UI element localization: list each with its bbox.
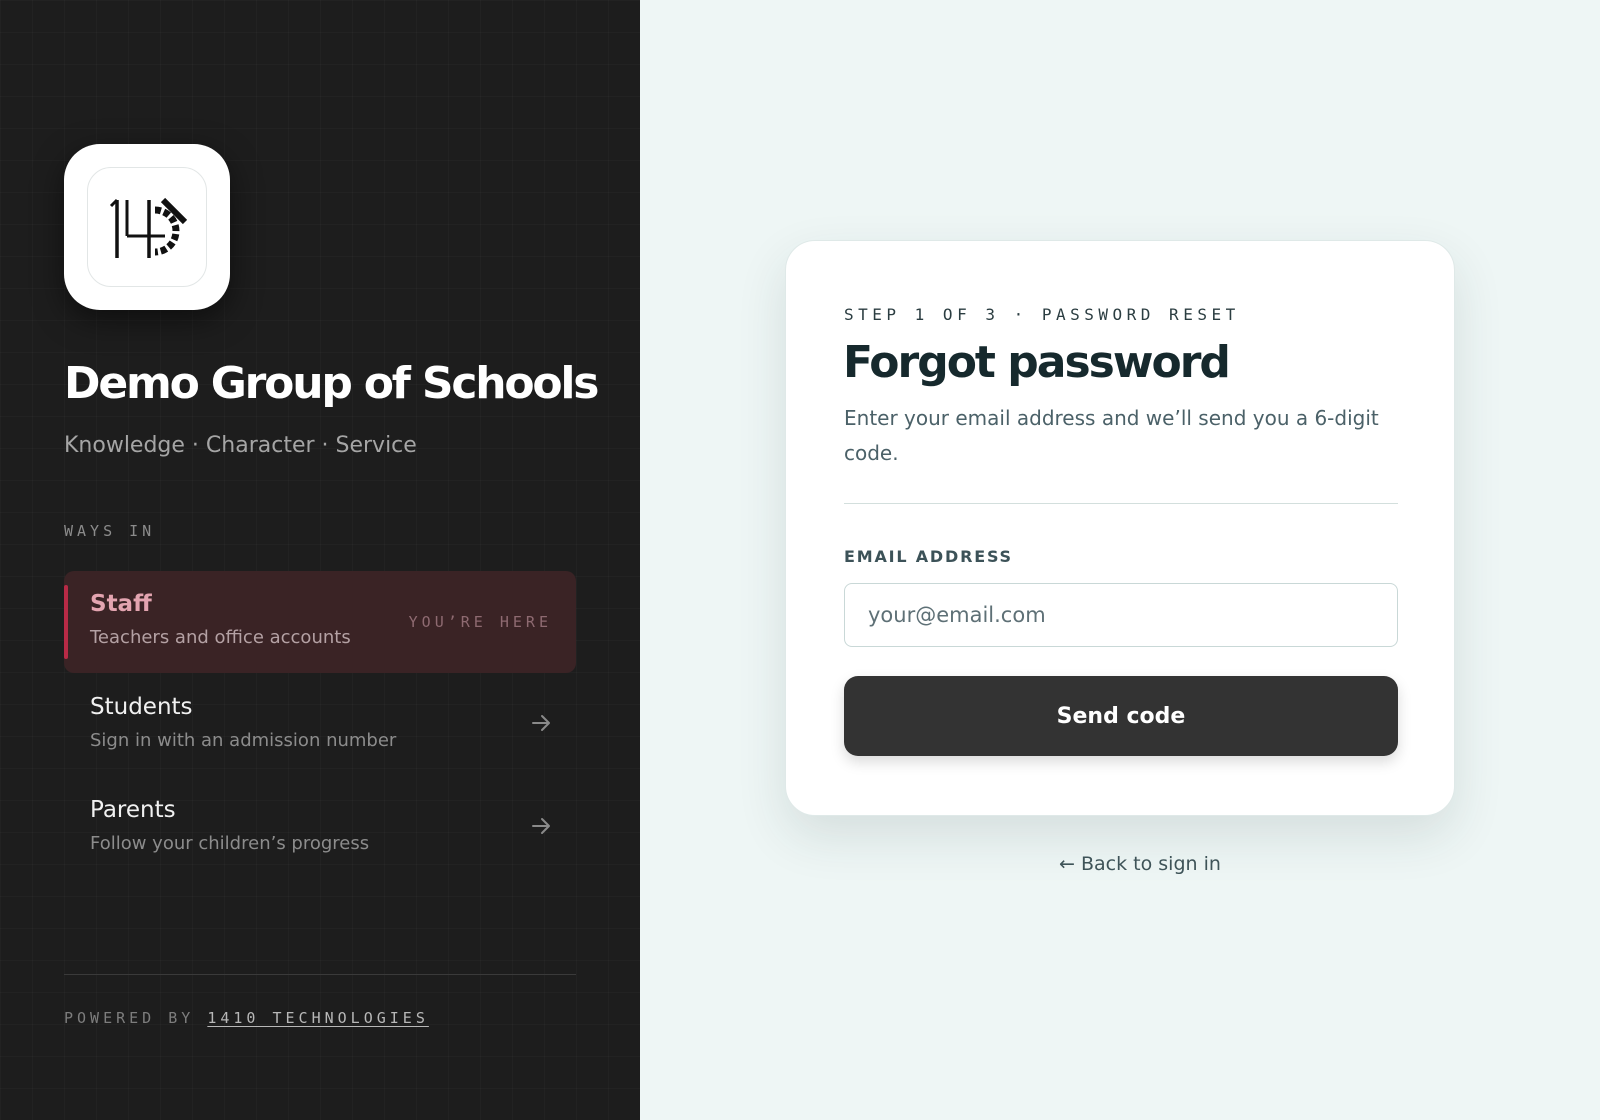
1410-logo-icon (109, 197, 187, 258)
arrow-right-icon (532, 715, 550, 731)
page-title: Forgot password (843, 337, 1231, 388)
left-panel: Demo Group of Schools Knowledge · Charac… (0, 0, 640, 1120)
back-to-sign-in-link[interactable]: ← Back to sign in (1040, 853, 1240, 875)
way-in-subtitle: Follow your children’s progress (90, 833, 370, 854)
current-badge: YOU’RE HERE (408, 613, 552, 631)
way-in-staff[interactable]: Staff Teachers and office accounts YOU’R… (64, 571, 576, 673)
password-reset-card: STEP 1 OF 3 · PASSWORD RESET Forgot pass… (785, 240, 1455, 816)
way-in-parents[interactable]: Parents Follow your children’s progress (64, 777, 576, 879)
send-code-button[interactable]: Send code (844, 676, 1398, 756)
way-in-title: Parents (90, 797, 176, 823)
card-divider (844, 503, 1398, 504)
logo (64, 144, 230, 310)
arrow-right-icon (532, 818, 550, 834)
step-indicator: STEP 1 OF 3 · PASSWORD RESET (844, 305, 1240, 324)
school-name: Demo Group of Schools (64, 358, 599, 409)
way-in-subtitle: Sign in with an admission number (90, 730, 397, 751)
email-label: EMAIL ADDRESS (844, 547, 1013, 566)
powered-by-link[interactable]: 1410 TECHNOLOGIES (207, 1009, 429, 1027)
powered-by-prefix: POWERED BY (64, 1009, 208, 1027)
footer-divider (64, 974, 576, 975)
way-in-title: Students (90, 694, 193, 720)
powered-by: POWERED BY 1410 TECHNOLOGIES (64, 1009, 429, 1027)
way-in-students[interactable]: Students Sign in with an admission numbe… (64, 674, 576, 776)
way-in-subtitle: Teachers and office accounts (90, 627, 351, 648)
page-description: Enter your email address and we’ll send … (844, 406, 1379, 465)
email-field[interactable] (844, 583, 1398, 647)
logo-frame (87, 167, 207, 287)
way-in-title: Staff (90, 591, 152, 617)
ways-in-heading: WAYS IN (64, 522, 156, 540)
school-motto: Knowledge · Character · Service (64, 433, 417, 458)
